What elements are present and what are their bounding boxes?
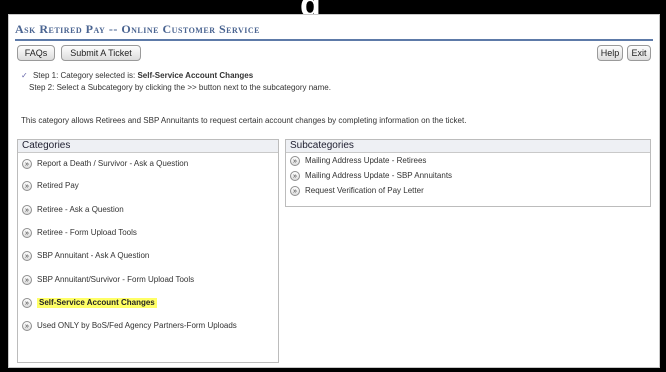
category-label: SBP Annuitant - Ask A Question: [37, 251, 150, 260]
exit-button[interactable]: Exit: [627, 45, 651, 61]
category-item[interactable]: » Retiree - Ask a Question: [22, 205, 124, 215]
subcategory-item[interactable]: » Mailing Address Update - Retirees: [290, 156, 426, 166]
select-arrow-icon[interactable]: »: [22, 228, 32, 238]
select-arrow-icon[interactable]: »: [290, 156, 300, 166]
check-icon: ✓: [21, 71, 28, 80]
select-arrow-icon[interactable]: »: [22, 275, 32, 285]
service-window: Ask Retired Pay -- Online Customer Servi…: [8, 14, 660, 368]
category-item-selected[interactable]: » Self-Service Account Changes: [22, 298, 157, 308]
step-one: ✓ Step 1: Category selected is: Self-Ser…: [21, 71, 253, 80]
subcategory-item[interactable]: » Mailing Address Update - SBP Annuitant…: [290, 171, 452, 181]
faq-button[interactable]: FAQs: [17, 45, 55, 61]
category-label: Retiree - Ask a Question: [37, 205, 124, 214]
category-item[interactable]: » SBP Annuitant - Ask A Question: [22, 251, 149, 261]
select-arrow-icon[interactable]: »: [22, 251, 32, 261]
subcategory-item[interactable]: » Request Verification of Pay Letter: [290, 186, 424, 196]
category-item[interactable]: » Retiree - Form Upload Tools: [22, 228, 137, 238]
step-two: Step 2: Select a Subcategory by clicking…: [29, 83, 331, 92]
categories-heading: Categories: [18, 140, 278, 153]
submit-ticket-button[interactable]: Submit A Ticket: [61, 45, 141, 61]
step-one-prefix: Step 1: Category selected is:: [32, 71, 136, 80]
subcategory-label: Mailing Address Update - Retirees: [305, 156, 427, 165]
category-item[interactable]: » SBP Annuitant/Survivor - Form Upload T…: [22, 275, 194, 285]
category-item[interactable]: » Retired Pay: [22, 181, 79, 191]
help-button[interactable]: Help: [597, 45, 623, 61]
title-bar: Ask Retired Pay -- Online Customer Servi…: [15, 21, 653, 41]
subcategories-panel: Subcategories » Mailing Address Update -…: [285, 139, 651, 207]
category-item[interactable]: » Used ONLY by BoS/Fed Agency Partners-F…: [22, 321, 262, 331]
category-description: This category allows Retirees and SBP An…: [21, 116, 467, 125]
select-arrow-icon[interactable]: »: [22, 298, 32, 308]
page-title: Ask Retired Pay -- Online Customer Servi…: [15, 22, 260, 36]
select-arrow-icon[interactable]: »: [290, 186, 300, 196]
subcategory-label: Mailing Address Update - SBP Annuitants: [305, 171, 453, 180]
select-arrow-icon[interactable]: »: [22, 205, 32, 215]
subcategory-label: Request Verification of Pay Letter: [305, 186, 424, 195]
categories-panel: Categories » Report a Death / Survivor -…: [17, 139, 279, 363]
category-label: SBP Annuitant/Survivor - Form Upload Too…: [37, 275, 195, 284]
subcategories-heading: Subcategories: [286, 140, 650, 153]
category-label: Retiree - Form Upload Tools: [37, 228, 137, 237]
select-arrow-icon[interactable]: »: [290, 171, 300, 181]
select-arrow-icon[interactable]: »: [22, 321, 32, 331]
select-arrow-icon[interactable]: »: [22, 181, 32, 191]
category-label: Report a Death / Survivor - Ask a Questi…: [37, 159, 189, 168]
selected-category-label: Self-Service Account Changes: [137, 71, 254, 80]
category-item[interactable]: » Report a Death / Survivor - Ask a Ques…: [22, 159, 188, 169]
select-arrow-icon[interactable]: »: [22, 159, 32, 169]
category-label: Retired Pay: [37, 181, 79, 190]
category-label: Used ONLY by BoS/Fed Agency Partners-For…: [37, 321, 237, 330]
category-label-selected: Self-Service Account Changes: [37, 298, 157, 308]
